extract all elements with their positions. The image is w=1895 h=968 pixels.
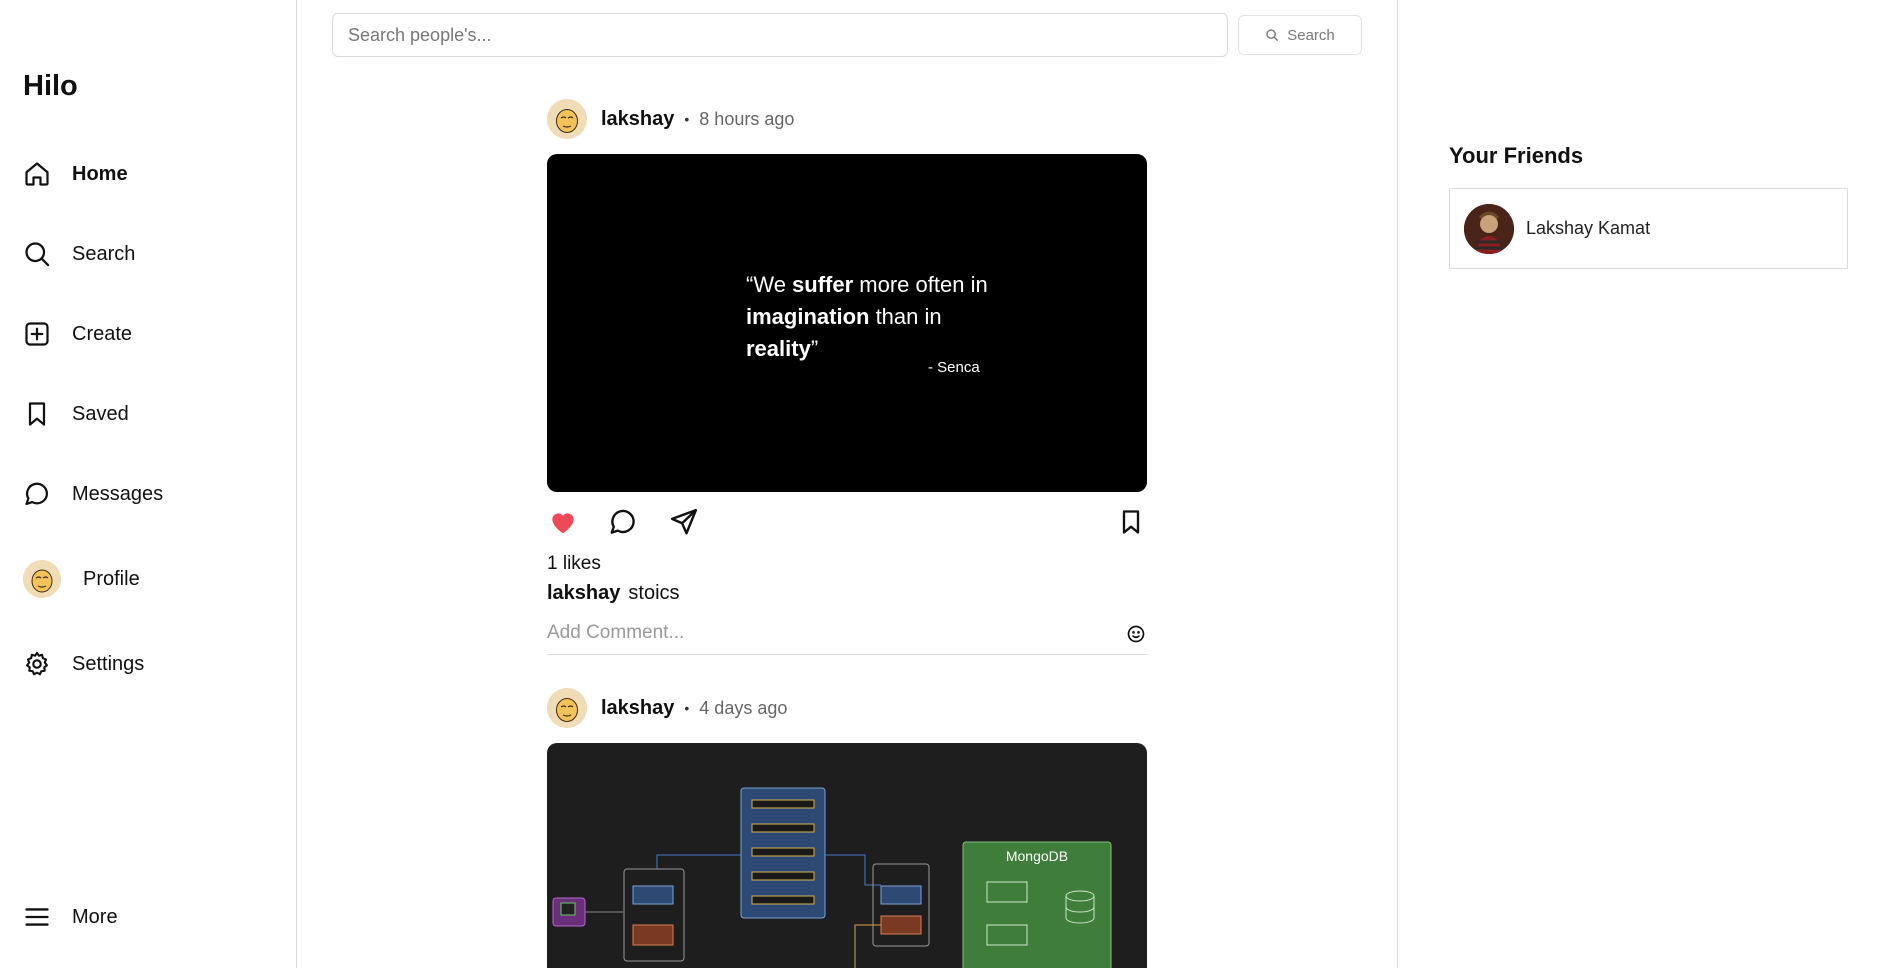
- search-input[interactable]: [332, 13, 1228, 57]
- post-timestamp: 4 days ago: [699, 697, 788, 718]
- caption-username[interactable]: lakshay: [547, 582, 620, 604]
- post-timestamp: 8 hours ago: [699, 108, 795, 129]
- sidebar-item-settings[interactable]: Settings: [23, 642, 273, 686]
- like-button[interactable]: [547, 506, 579, 538]
- menu-icon: [23, 903, 51, 931]
- search-icon: [23, 240, 51, 268]
- avatar[interactable]: [547, 688, 587, 728]
- post: lakshay • 8 hours ago “We suffer more of…: [547, 97, 1147, 655]
- post-header: lakshay • 8 hours ago: [547, 97, 1147, 141]
- sidebar-item-label: Create: [72, 322, 133, 345]
- sidebar-item-saved[interactable]: Saved: [23, 392, 273, 436]
- post-username[interactable]: lakshay: [601, 108, 674, 131]
- send-icon: [670, 508, 698, 535]
- quote-text: “We suffer more often in imagination tha…: [746, 272, 988, 361]
- search-button[interactable]: Search: [1238, 15, 1362, 55]
- post-header: lakshay • 4 days ago: [547, 686, 1147, 730]
- sidebar-item-messages[interactable]: Messages: [23, 472, 273, 516]
- separator-dot: •: [684, 700, 690, 716]
- avatar: [23, 560, 61, 598]
- post-caption: lakshay stoics: [547, 582, 1147, 605]
- gear-icon: [23, 650, 51, 678]
- app-logo[interactable]: Hilo: [23, 70, 78, 103]
- sidebar-item-label: Home: [72, 162, 128, 185]
- sidebar-item-label: Settings: [72, 652, 145, 675]
- friend-card[interactable]: Lakshay Kamat: [1449, 188, 1848, 269]
- post-image[interactable]: “We suffer more often in imagination tha…: [547, 154, 1147, 492]
- caption-text: stoics: [628, 582, 680, 604]
- search-icon: [1265, 28, 1279, 42]
- separator-dot: •: [684, 111, 690, 127]
- sidebar-item-create[interactable]: Create: [23, 312, 273, 356]
- sidebar-item-label: More: [72, 905, 118, 928]
- search-button-label: Search: [1287, 26, 1335, 44]
- sidebar-item-search[interactable]: Search: [23, 232, 273, 276]
- likes-count[interactable]: 1 likes: [547, 553, 1147, 575]
- sidebar-item-label: Profile: [83, 567, 140, 590]
- chat-bubble-icon: [610, 509, 635, 534]
- sidebar-item-label: Search: [72, 242, 136, 265]
- architecture-diagram: MongoDB: [552, 787, 1112, 968]
- auth-group: [623, 868, 685, 962]
- share-button[interactable]: [668, 506, 700, 538]
- friends-title: Your Friends: [1449, 143, 1584, 168]
- home-icon: [23, 160, 51, 188]
- friends-panel: Your Friends Lakshay Kamat: [1397, 0, 1895, 968]
- main-feed: Search lakshay • 8 hours ago “We suffer …: [298, 0, 1397, 968]
- comment-row: [547, 615, 1147, 655]
- post-username[interactable]: lakshay: [601, 697, 674, 720]
- heart-icon: [552, 513, 574, 534]
- post-image[interactable]: MongoDB: [547, 743, 1147, 968]
- sidebar-item-profile[interactable]: Profile: [23, 557, 273, 601]
- friend-name: Lakshay Kamat: [1526, 218, 1651, 238]
- svg-text:MongoDB: MongoDB: [1006, 848, 1068, 864]
- plus-square-icon: [23, 320, 51, 348]
- sidebar-item-label: Saved: [72, 402, 129, 425]
- avatar[interactable]: [547, 99, 587, 139]
- comment-button[interactable]: [607, 506, 639, 538]
- bookmark-icon: [1122, 510, 1140, 534]
- comment-input[interactable]: [547, 615, 1107, 651]
- avatar: [1464, 203, 1514, 254]
- sidebar-item-label: Messages: [72, 482, 164, 505]
- post-actions: [547, 492, 1147, 552]
- emoji-icon[interactable]: [1125, 623, 1147, 645]
- bookmark-icon: [23, 400, 51, 428]
- sidebar-item-home[interactable]: Home: [23, 152, 273, 196]
- sidebar-item-more[interactable]: More: [23, 895, 273, 939]
- save-button[interactable]: [1115, 506, 1147, 538]
- chat-bubble-icon: [23, 480, 51, 508]
- quote-author: - Senca: [928, 359, 980, 376]
- post: lakshay • 4 days ago MongoDB: [547, 686, 1147, 968]
- sidebar: Hilo Home Search Create Saved Messages P…: [0, 0, 297, 968]
